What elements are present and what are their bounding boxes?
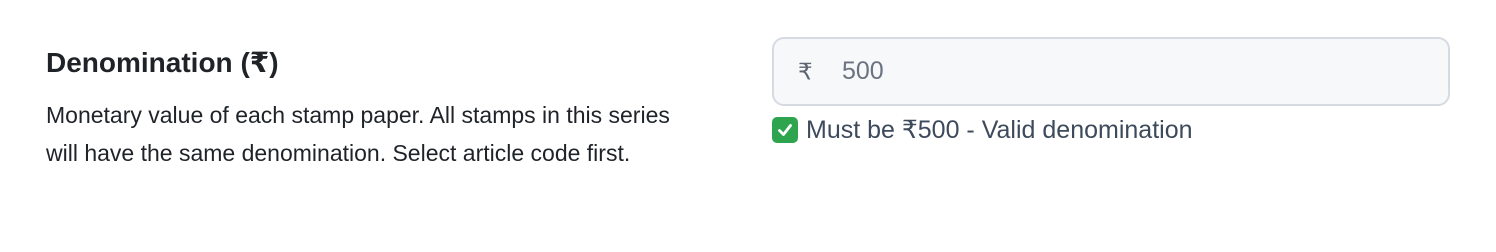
validation-text: Must be ₹500 - Valid denomination [806,116,1193,144]
denomination-input[interactable] [842,39,1422,104]
field-title: Denomination (₹) [46,47,279,78]
field-description: Monetary value of each stamp paper. All … [46,102,670,166]
field-label-column: Denomination (₹) Monetary value of each … [46,44,686,172]
currency-prefix: ₹ [798,58,813,84]
denomination-input-wrapper[interactable]: ₹ [772,37,1450,106]
denomination-field-row: Denomination (₹) Monetary value of each … [0,0,1496,252]
field-input-column: ₹ Must be ₹500 - Valid denomination [772,37,1450,146]
check-icon [772,117,798,143]
validation-message: Must be ₹500 - Valid denomination [772,114,1450,146]
